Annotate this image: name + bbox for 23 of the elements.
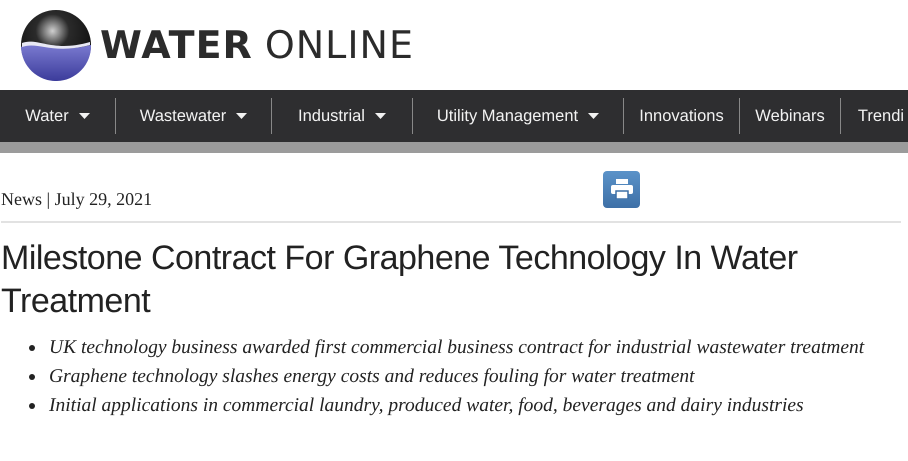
highlight-text: Graphene technology slashes energy costs and reduces fouling for water treatment [49, 365, 695, 389]
caret-icon [374, 113, 386, 119]
bullet-icon [29, 374, 35, 380]
caret-icon [588, 113, 600, 119]
bullet-icon [29, 345, 35, 351]
bullet-icon [29, 403, 35, 409]
highlight-text: Initial applications in commercial laundry, produced water, food, beverages and dairy industries [49, 394, 804, 418]
nav-menu-item[interactable]: Webinars [739, 98, 840, 134]
print-icon [610, 179, 632, 199]
nav-menu-item[interactable]: Innovations [623, 98, 739, 134]
nav-menu-item[interactable]: Wastewater [115, 98, 271, 134]
nav-menu-item[interactable]: Utility Management [412, 98, 623, 134]
article-title: Milestone Contract For Graphene Technology In Water Treatment [1, 238, 799, 322]
highlight-text: UK technology business awarded first commercial business contract for industrial wastewater treatment [49, 336, 864, 360]
logo-icon [20, 9, 92, 81]
nav-menu-item[interactable]: Industrial [271, 98, 412, 134]
site-logo-text: WATER ONLINE [100, 23, 414, 67]
caret-icon [236, 113, 248, 119]
nav-menu-item[interactable]: Trendi [840, 98, 908, 134]
article-meta: News | July 29, 2021 [1, 188, 154, 210]
caret-icon [78, 113, 90, 119]
print-button[interactable] [603, 170, 640, 208]
nav-menu-item[interactable]: Water [0, 98, 115, 134]
